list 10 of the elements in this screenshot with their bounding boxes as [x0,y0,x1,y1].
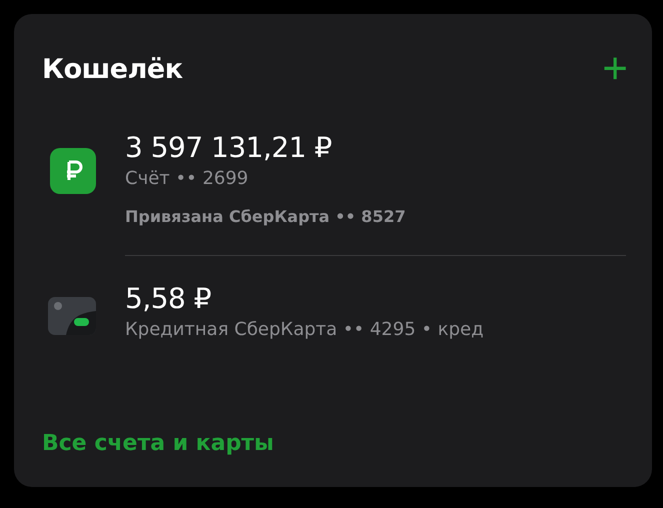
account-subtitle: Счёт •• 2699 [125,167,250,191]
account-subtitle: Кредитная СберКарта •• 4295 • кред [125,318,485,342]
card-icon [48,297,96,335]
balance-amount: 3 597 131,21 ₽ [125,130,333,166]
ruble-icon [50,148,96,194]
all-accounts-link[interactable]: Все счета и карты [42,431,274,456]
add-button[interactable]: + [602,47,628,91]
balance-amount: 5,58 ₽ [125,281,212,317]
linked-card-note: Привязана СберКарта •• 8527 [125,206,407,228]
wallet-title: Кошелёк [42,54,183,84]
